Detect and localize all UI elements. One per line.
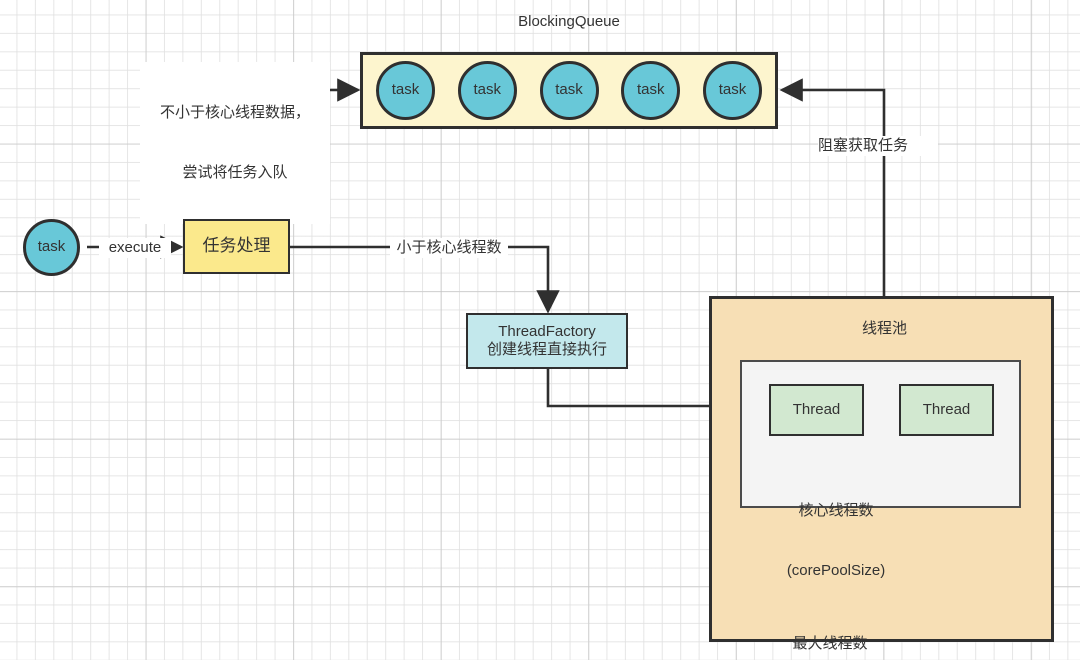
core-pool-caption-line2: (corePoolSize) xyxy=(786,562,886,580)
thread-pool-title: 线程池 xyxy=(861,320,907,337)
thread-factory-box[interactable]: ThreadFactory 创建线程直接执行 xyxy=(466,313,628,369)
core-pool-box: Thread Thread 核心线程数 (corePoolSize) xyxy=(740,360,1021,579)
queue-task-circle[interactable]: task xyxy=(457,61,517,120)
blocking-queue-tasks: task task task task task xyxy=(376,61,762,120)
thread-pool-box: 线程池 Thread Thread 核心线程数 (corePoolSize) 最… xyxy=(709,296,1054,652)
core-pool-caption-line1: 核心线程数 xyxy=(798,501,874,519)
task-handler-label: 任务处理 xyxy=(202,236,271,256)
queue-task-circle[interactable]: task xyxy=(539,61,599,120)
execute-edge-label: execute xyxy=(99,238,171,259)
max-pool-caption: 最大线程数 (maximumPoolSize) xyxy=(740,593,920,660)
diagram-canvas: BlockingQueue task task task task task 不… xyxy=(0,0,1080,660)
enqueue-condition-line2: 尝试将任务入队 xyxy=(182,164,288,182)
task-handler-box[interactable]: 任务处理 xyxy=(183,219,290,274)
queue-task-circle[interactable]: task xyxy=(621,61,681,120)
source-task-circle[interactable]: task xyxy=(23,219,80,276)
blocking-queue-title: BlockingQueue xyxy=(518,13,620,30)
enqueue-condition-line1: 不小于核心线程数据， xyxy=(159,103,310,121)
queue-task-label: task xyxy=(555,81,583,99)
thread-label: Thread xyxy=(792,400,841,418)
queue-task-circle[interactable]: task xyxy=(376,61,435,120)
queue-task-label: task xyxy=(718,81,747,99)
queue-task-label: task xyxy=(636,81,665,99)
less-than-core-label: 小于核心线程数 xyxy=(390,238,508,259)
blocking-take-label: 阻塞获取任务 xyxy=(818,136,938,157)
thread-box[interactable]: Thread xyxy=(769,384,864,436)
source-task-label: task xyxy=(37,238,66,256)
thread-box[interactable]: Thread xyxy=(899,384,994,436)
edge-blocking-take xyxy=(779,78,886,296)
max-pool-caption-line1: 最大线程数 xyxy=(792,634,868,652)
queue-task-label: task xyxy=(473,81,501,99)
thread-factory-title: ThreadFactory xyxy=(498,322,596,340)
queue-task-label: task xyxy=(391,81,420,99)
thread-label: Thread xyxy=(922,400,971,418)
thread-factory-subtitle: 创建线程直接执行 xyxy=(486,341,607,358)
queue-task-circle[interactable]: task xyxy=(703,61,762,120)
enqueue-condition-label: 不小于核心线程数据， 尝试将任务入队 xyxy=(140,62,330,224)
